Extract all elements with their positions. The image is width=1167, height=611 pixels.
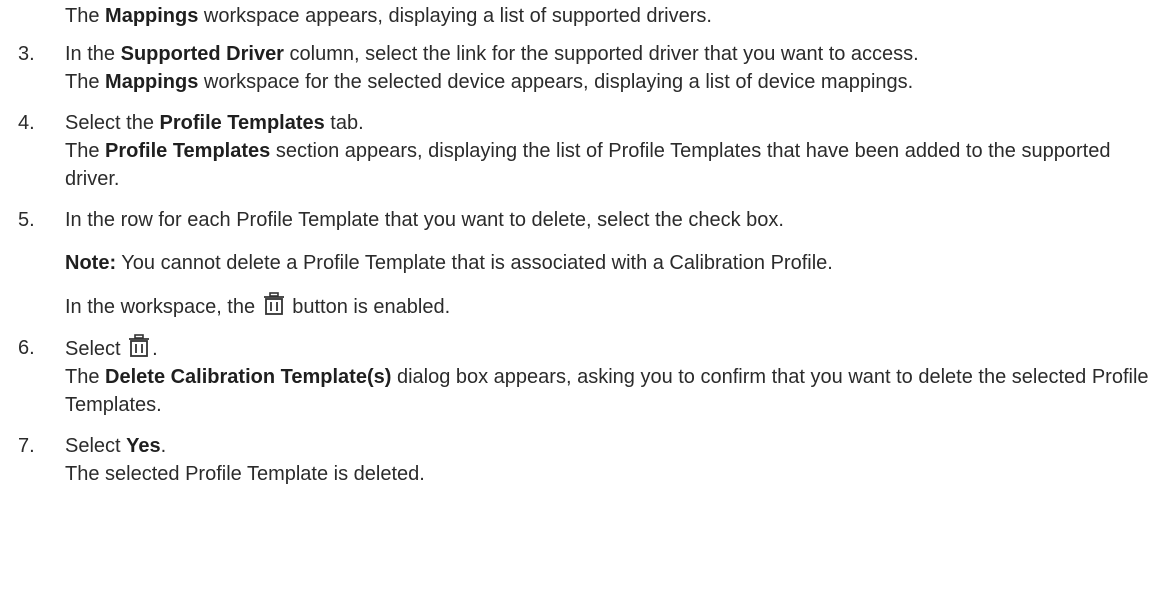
step-5: 5 In the row for each Profile Template t… <box>18 206 1149 321</box>
intro-bold: Mappings <box>105 5 199 27</box>
note-label: Note: <box>65 252 117 274</box>
result-bold: Mappings <box>105 71 199 93</box>
result-text: The <box>65 366 106 388</box>
result-bold: Profile Templates <box>105 140 271 162</box>
step-result: The Profile Templates section appears, d… <box>65 137 1149 193</box>
step-instruction: In the row for each Profile Template tha… <box>65 209 784 231</box>
trash-icon <box>128 334 150 358</box>
note: Note: You cannot delete a Profile Templa… <box>65 249 1149 277</box>
step-instruction: Select . <box>65 334 1149 363</box>
result-text-end: button is enabled. <box>286 296 451 318</box>
step-instruction: Select Yes. <box>65 432 1149 460</box>
step-text: Select the <box>65 112 160 134</box>
step-number: 7 <box>18 432 46 460</box>
step-number: 3 <box>18 40 46 68</box>
note-text: You cannot delete a Profile Template tha… <box>116 252 833 274</box>
intro-text: The <box>65 5 106 27</box>
result-bold: Delete Calibration Template(s) <box>105 366 392 388</box>
step-number: 5 <box>18 206 46 234</box>
step-instruction: In the Supported Driver column, select t… <box>65 40 1149 68</box>
intro-text-end: workspace appears, displaying a list of … <box>198 5 712 27</box>
step-text: In the <box>65 43 121 65</box>
step-bold: Profile Templates <box>159 112 325 134</box>
step-instruction: Select the Profile Templates tab. <box>65 109 1149 137</box>
step-result: The selected Profile Template is deleted… <box>65 463 425 485</box>
step-6: 6 Select . The Delete Calibration Templa… <box>18 334 1149 419</box>
step-number: 4 <box>18 109 46 137</box>
result-text: In the workspace, the <box>65 296 261 318</box>
step-4: 4 Select the Profile Templates tab. The … <box>18 109 1149 193</box>
result-text-end: workspace for the selected device appear… <box>198 71 914 93</box>
step-number: 6 <box>18 334 46 362</box>
steps-list: 3 In the Supported Driver column, select… <box>18 40 1149 488</box>
result-text: The <box>65 140 106 162</box>
step-text-end: column, select the link for the supporte… <box>283 43 919 65</box>
step-result: The Delete Calibration Template(s) dialo… <box>65 363 1149 419</box>
result-text: The <box>65 71 106 93</box>
step-text-end: tab. <box>324 112 364 134</box>
step-text: Select <box>65 338 127 360</box>
step-result: The Mappings workspace for the selected … <box>65 68 1149 96</box>
document: The Mappings workspace appears, displayi… <box>0 0 1167 488</box>
intro-result: The Mappings workspace appears, displayi… <box>65 2 1149 30</box>
step-bold: Yes <box>126 435 161 457</box>
trash-icon <box>263 292 285 316</box>
step-7: 7 Select Yes. The selected Profile Templ… <box>18 432 1149 488</box>
step-bold: Supported Driver <box>120 43 284 65</box>
step-text: Select <box>65 435 127 457</box>
step-3: 3 In the Supported Driver column, select… <box>18 40 1149 96</box>
step-result: In the workspace, the button is enabled. <box>65 292 1149 321</box>
step-text-end: . <box>160 435 167 457</box>
step-text-end: . <box>152 338 158 360</box>
